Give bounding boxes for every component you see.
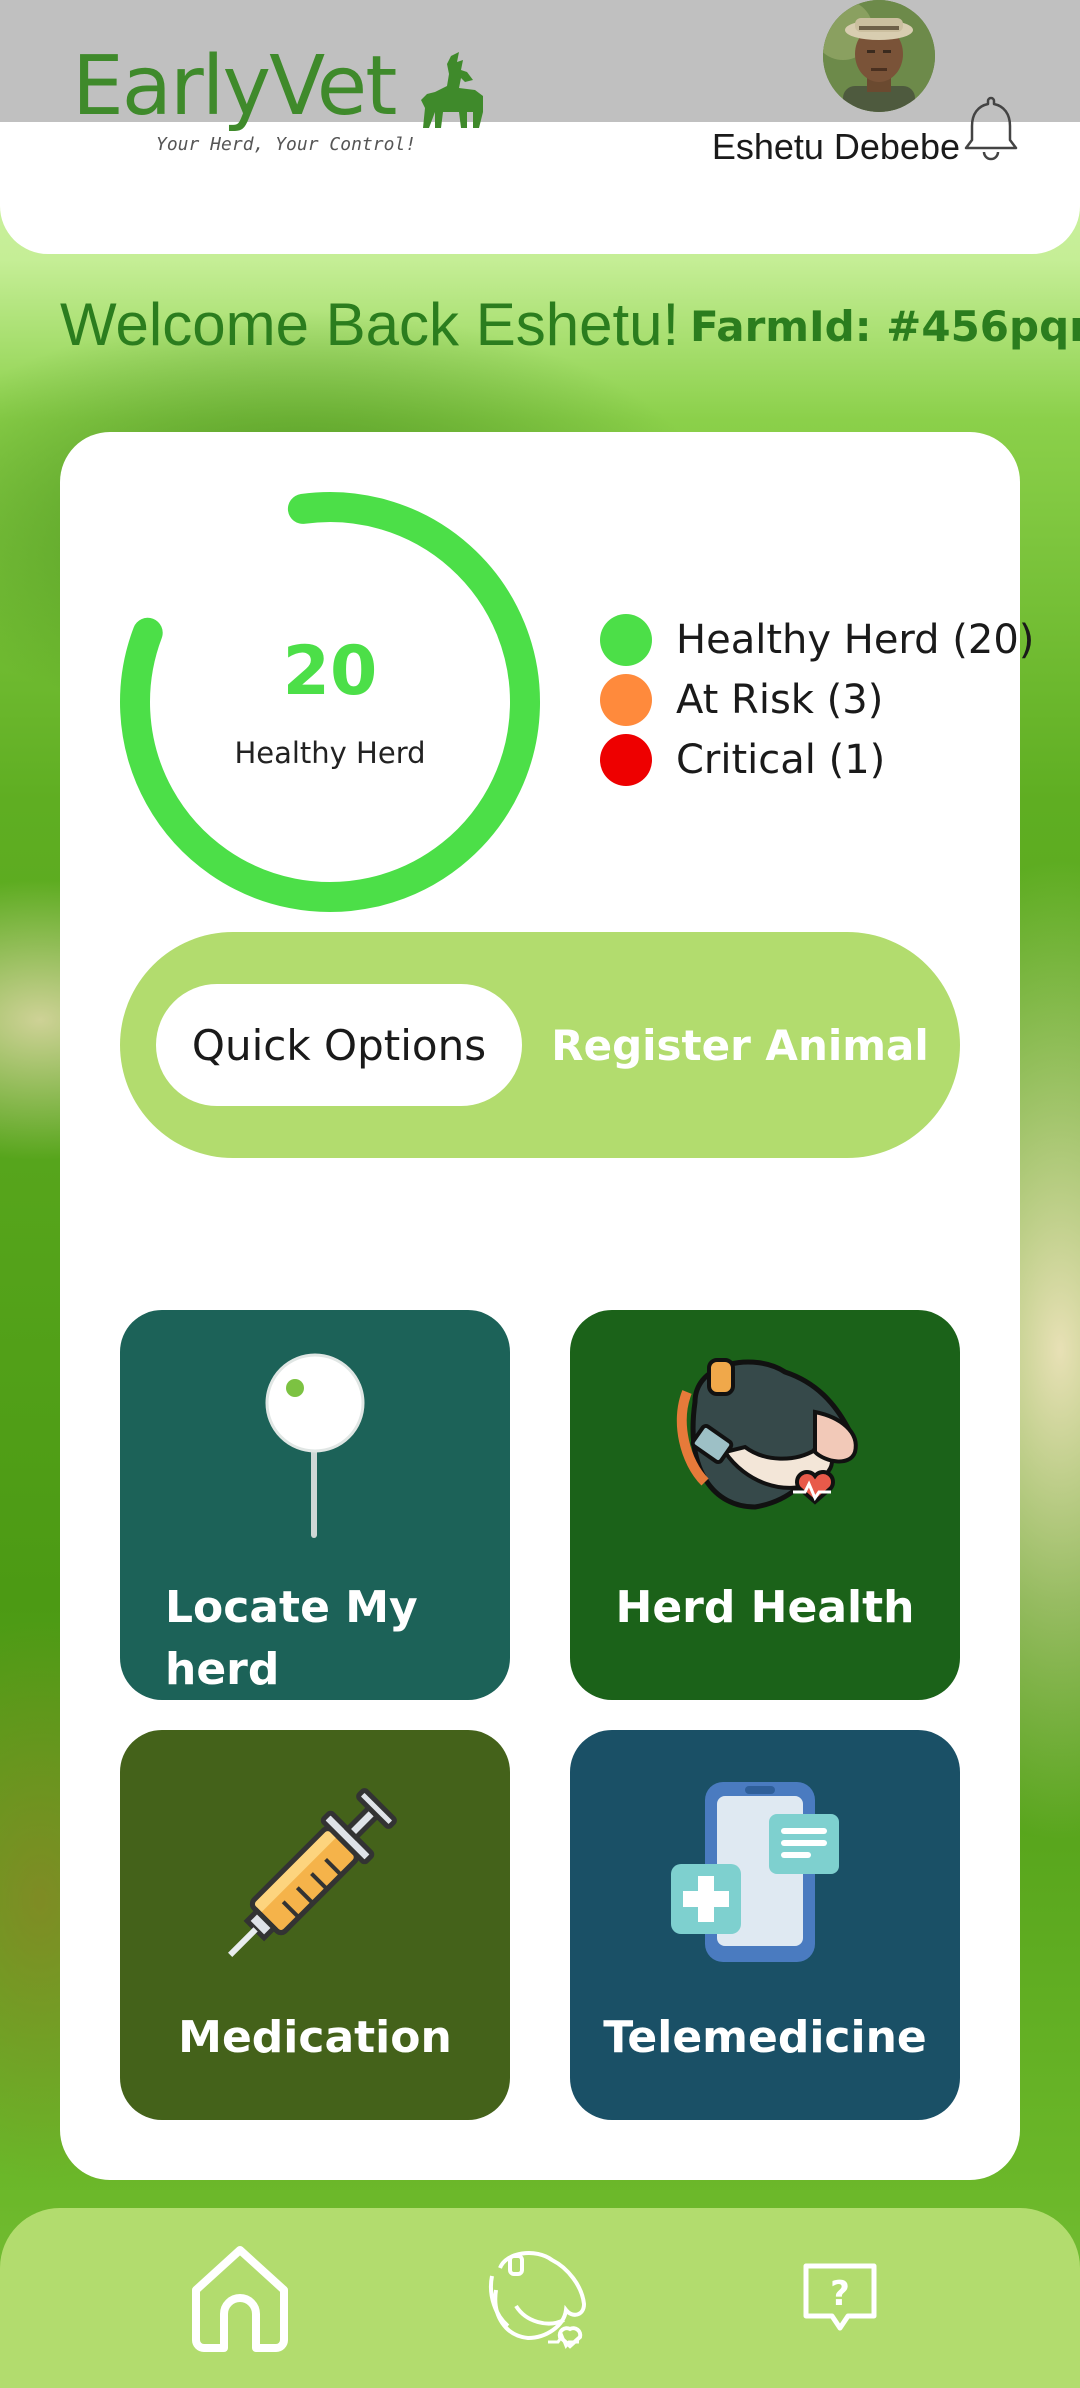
medication-tile[interactable]: Medication — [120, 1730, 510, 2120]
user-name: Eshetu Debebe — [711, 126, 960, 167]
legend-item-critical: Critical (1) — [600, 730, 1034, 790]
map-pin-icon — [265, 1353, 365, 1538]
tagline: Your Herd, Your Control! — [156, 134, 417, 155]
gauge-label: Healthy Herd — [234, 736, 426, 770]
telemedicine-tile[interactable]: Telemedicine — [570, 1730, 960, 2120]
legend-dot-healthy — [600, 614, 652, 666]
legend-item-healthy: Healthy Herd (20) — [600, 610, 1034, 670]
herd-health-label: Herd Health — [615, 1582, 915, 1633]
locate-my-herd-tile[interactable]: Locate My herd — [120, 1310, 510, 1700]
app-logo: EarlyVet — [72, 28, 487, 128]
gauge-value: 20 — [282, 632, 378, 711]
goat-logo-icon — [421, 52, 484, 128]
farm-id: FarmId: #456pqr — [690, 302, 1080, 351]
legend-label-healthy: Healthy Herd (20) — [676, 617, 1035, 663]
syringe-icon — [228, 1788, 397, 1957]
avatar[interactable] — [823, 0, 935, 112]
welcome-message: Welcome Back Eshetu! — [60, 291, 680, 358]
app-name: EarlyVet — [72, 39, 397, 134]
medication-label: Medication — [178, 2012, 452, 2063]
help-icon[interactable]: ? — [800, 2260, 880, 2336]
legend-label-critical: Critical (1) — [676, 737, 886, 783]
cow-health-icon — [676, 1358, 858, 1510]
legend-dot-at-risk — [600, 674, 652, 726]
telemedicine-phone-icon — [671, 1782, 839, 1962]
bell-icon[interactable] — [962, 94, 1020, 162]
herd-health-tile[interactable]: Herd Health — [570, 1310, 960, 1700]
avatar-portrait — [823, 0, 935, 112]
telemedicine-label: Telemedicine — [603, 2012, 927, 2063]
register-animal-tab[interactable]: Register Animal — [540, 984, 940, 1106]
locate-my-herd-label-line2: herd — [165, 1644, 280, 1695]
legend-item-at-risk: At Risk (3) — [600, 670, 1034, 730]
quick-options-tab[interactable]: Quick Options — [156, 984, 522, 1106]
svg-text:?: ? — [830, 2274, 850, 2314]
locate-my-herd-label-line1: Locate My — [165, 1582, 418, 1633]
home-icon[interactable] — [188, 2244, 292, 2354]
legend-dot-critical — [600, 734, 652, 786]
legend-label-at-risk: At Risk (3) — [676, 677, 884, 723]
herd-health-nav-icon[interactable] — [486, 2246, 596, 2352]
herd-legend: Healthy Herd (20) At Risk (3) Critical (… — [600, 610, 1034, 790]
